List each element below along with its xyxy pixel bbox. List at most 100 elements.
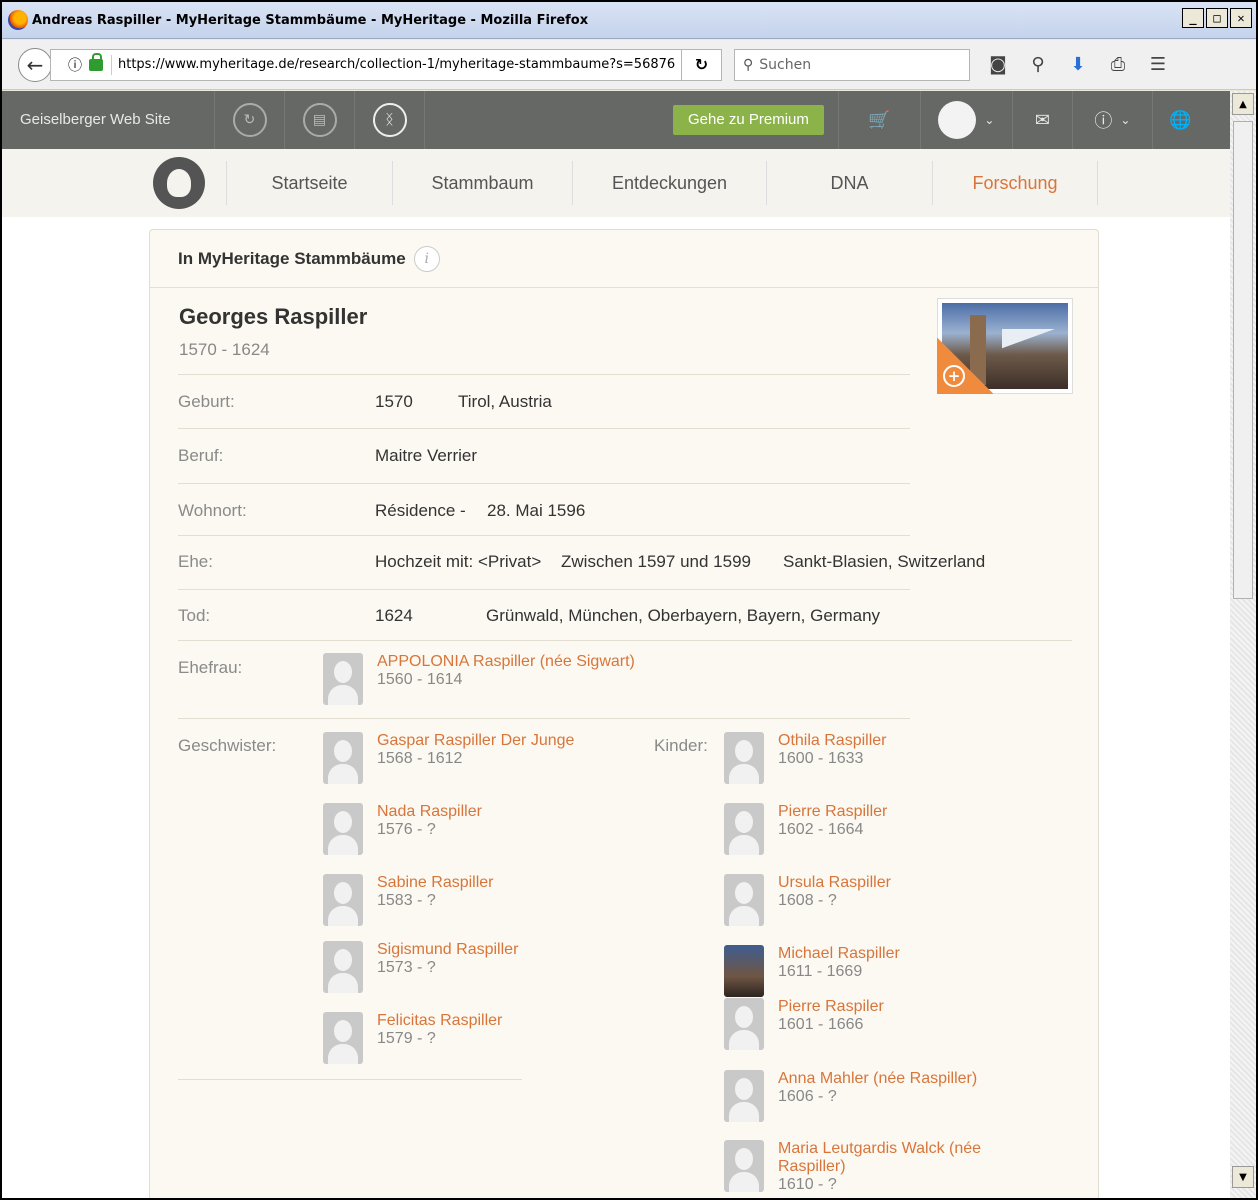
- child-name[interactable]: Pierre Raspiller: [778, 803, 887, 821]
- collection-header: In MyHeritage Stammbäume i: [150, 230, 1098, 288]
- child-dates: 1611 - 1669: [778, 963, 863, 980]
- myheritage-logo[interactable]: [150, 154, 208, 212]
- spouse-name[interactable]: APPOLONIA Raspiller (née Sigwart): [377, 653, 635, 671]
- child-name[interactable]: Ursula Raspiller: [778, 874, 891, 892]
- site-name[interactable]: Geiselberger Web Site: [2, 91, 215, 149]
- language-button[interactable]: 🌐: [1151, 91, 1208, 149]
- find-icon[interactable]: ⚲: [1018, 49, 1058, 81]
- male-avatar-icon: [323, 732, 363, 784]
- inbox-button[interactable]: ✉: [1011, 91, 1072, 149]
- child-name[interactable]: Michael Raspiller: [778, 945, 900, 963]
- minimize-button[interactable]: _: [1182, 8, 1204, 28]
- sibling-entry[interactable]: Felicitas Raspiller 1579 - ?: [323, 1012, 502, 1064]
- mail-icon: ✉: [1034, 109, 1050, 131]
- cart-button[interactable]: 🛒: [837, 91, 920, 149]
- tab-dna[interactable]: DNA: [766, 161, 932, 205]
- sibling-entry[interactable]: Nada Raspiller 1576 - ?: [323, 803, 482, 855]
- scroll-down-icon[interactable]: ▼: [1232, 1166, 1254, 1188]
- child-entry[interactable]: Ursula Raspiller 1608 - ?: [724, 874, 891, 926]
- sibling-name[interactable]: Sigismund Raspiller: [377, 941, 518, 959]
- account-menu[interactable]: ⌄: [919, 91, 1012, 149]
- sibling-name[interactable]: Nada Raspiller: [377, 803, 482, 821]
- tab-forschung[interactable]: Forschung: [932, 161, 1098, 205]
- female-avatar-icon: [323, 803, 363, 855]
- death-date: 1624: [375, 606, 413, 625]
- female-avatar-icon: [323, 1012, 363, 1064]
- spouse-entry[interactable]: APPOLONIA Raspiller (née Sigwart) 1560 - …: [323, 653, 635, 705]
- cart-icon: 🛒: [868, 109, 891, 131]
- child-name[interactable]: Anna Mahler (née Raspiller): [778, 1070, 977, 1088]
- info-icon[interactable]: ⓘ: [65, 55, 85, 75]
- child-name[interactable]: Maria Leutgardis Walck (née Raspiller): [778, 1140, 1008, 1176]
- collection-title: In MyHeritage Stammbäume: [178, 248, 406, 268]
- person-dates: 1570 - 1624: [179, 340, 270, 359]
- search-placeholder: Suchen: [759, 56, 812, 73]
- scroll-thumb[interactable]: [1233, 121, 1253, 599]
- child-name[interactable]: Pierre Raspiler: [778, 998, 884, 1016]
- sibling-name[interactable]: Felicitas Raspiller: [377, 1012, 502, 1030]
- dna-icon: ᛝ: [372, 103, 407, 137]
- child-entry[interactable]: Michael Raspiller 1611 - 1669: [724, 945, 900, 997]
- zoom-in-icon[interactable]: +: [943, 365, 965, 387]
- sibling-dates: 1579 - ?: [377, 1030, 436, 1047]
- url-text[interactable]: https://www.myheritage.de/research/colle…: [118, 57, 675, 72]
- tab-stammbaum[interactable]: Stammbaum: [392, 161, 572, 205]
- download-icon[interactable]: ⬇: [1058, 49, 1098, 81]
- death-place: Grünwald, München, Oberbayern, Bayern, G…: [486, 606, 881, 625]
- child-name[interactable]: Othila Raspiller: [778, 732, 886, 750]
- menu-icon[interactable]: ☰: [1138, 49, 1178, 81]
- search-input[interactable]: ⚲ Suchen: [734, 48, 970, 81]
- reload-button[interactable]: ↻: [682, 48, 722, 81]
- male-avatar-icon: [724, 998, 764, 1050]
- child-entry[interactable]: Pierre Raspiller 1602 - 1664: [724, 803, 887, 855]
- back-arrow-icon: ←: [26, 52, 44, 77]
- url-bar[interactable]: ⓘ https://www.myheritage.de/research/col…: [50, 48, 682, 81]
- print-icon[interactable]: ⎙: [1098, 49, 1138, 81]
- person-thumbnail: [724, 945, 764, 997]
- browser-toolbar: ← ⓘ https://www.myheritage.de/research/c…: [2, 40, 1256, 90]
- sibling-entry[interactable]: Gaspar Raspiller Der Junge 1568 - 1612: [323, 732, 574, 784]
- female-avatar-icon: [323, 653, 363, 705]
- chevron-down-icon: ⌄: [984, 113, 995, 127]
- sync-icon: ↻: [232, 103, 267, 137]
- child-dates: 1602 - 1664: [778, 821, 864, 838]
- child-dates: 1610 - ?: [778, 1176, 837, 1193]
- globe-icon: 🌐: [1169, 109, 1192, 131]
- maximize-button[interactable]: □: [1206, 8, 1228, 28]
- female-avatar-icon: [724, 732, 764, 784]
- sibling-name[interactable]: Sabine Raspiller: [377, 874, 494, 892]
- residence-label: Wohnort:: [178, 501, 247, 520]
- help-menu[interactable]: ⓘ ⌄: [1071, 91, 1152, 149]
- sync-button[interactable]: ↻: [215, 91, 285, 149]
- marriage-label: Ehe:: [178, 552, 213, 571]
- avatar: [938, 101, 977, 139]
- help-icon: ⓘ: [1094, 111, 1113, 132]
- vertical-scrollbar[interactable]: ▲ ▼: [1230, 91, 1256, 1198]
- birth-label: Geburt:: [178, 392, 235, 411]
- pocket-icon[interactable]: ◙: [978, 49, 1018, 81]
- tab-startseite[interactable]: Startseite: [226, 161, 392, 205]
- child-dates: 1600 - 1633: [778, 750, 864, 767]
- page-viewport: Geiselberger Web Site ↻ ▤ ᛝ Gehe zu Prem…: [2, 91, 1230, 1198]
- sibling-entry[interactable]: Sigismund Raspiller 1573 - ?: [323, 941, 518, 993]
- close-window-button[interactable]: ✕: [1230, 8, 1252, 28]
- info-icon[interactable]: i: [413, 245, 440, 272]
- premium-button[interactable]: Gehe zu Premium: [673, 105, 824, 135]
- female-avatar-icon: [724, 1140, 764, 1192]
- child-entry[interactable]: Othila Raspiller 1600 - 1633: [724, 732, 886, 784]
- child-entry[interactable]: Anna Mahler (née Raspiller) 1606 - ?: [724, 1070, 977, 1122]
- main-nav: Startseite Stammbaum Entdeckungen DNA Fo…: [2, 149, 1230, 217]
- scroll-up-icon[interactable]: ▲: [1232, 93, 1254, 115]
- back-button[interactable]: ←: [18, 47, 52, 82]
- tab-entdeckungen[interactable]: Entdeckungen: [572, 161, 766, 205]
- child-entry[interactable]: Pierre Raspiler 1601 - 1666: [724, 998, 884, 1050]
- sibling-entry[interactable]: Sabine Raspiller 1583 - ?: [323, 874, 494, 926]
- document-icon: ▤: [302, 103, 337, 137]
- documents-button[interactable]: ▤: [285, 91, 355, 149]
- marriage-date: Zwischen 1597 und 1599: [561, 552, 751, 571]
- zoom-corner: [937, 338, 993, 394]
- dna-button[interactable]: ᛝ: [355, 91, 425, 149]
- child-dates: 1601 - 1666: [778, 1016, 864, 1033]
- sibling-name[interactable]: Gaspar Raspiller Der Junge: [377, 732, 574, 750]
- child-entry[interactable]: Maria Leutgardis Walck (née Raspiller) 16…: [724, 1140, 1008, 1193]
